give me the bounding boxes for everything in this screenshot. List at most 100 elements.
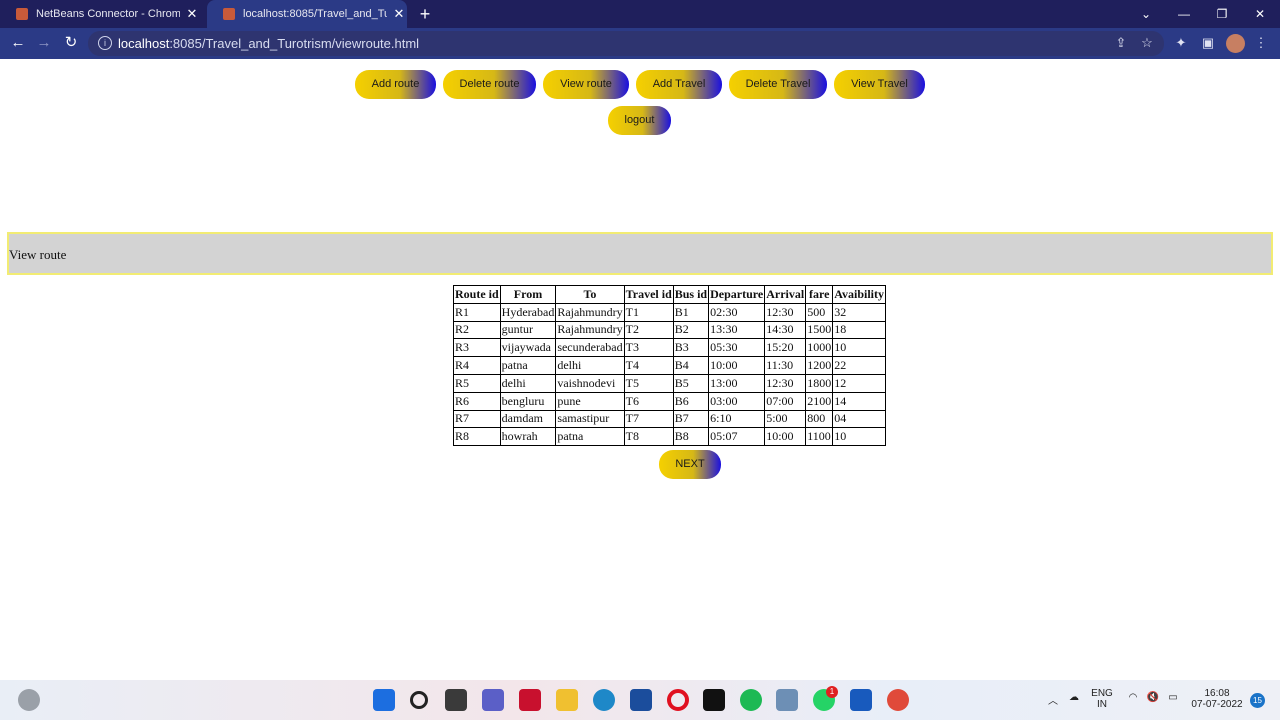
- search-icon[interactable]: [410, 691, 428, 709]
- table-cell: 11:30: [764, 356, 807, 375]
- browser-toolbar: ← → ↻ i localhost:8085/Travel_and_Turotr…: [0, 28, 1280, 59]
- show-hidden-icons-icon[interactable]: ︿: [1046, 692, 1060, 707]
- table-cell: B7: [672, 409, 710, 429]
- table-cell: patna: [555, 427, 625, 447]
- table-cell: secunderabad: [555, 338, 625, 358]
- start-icon[interactable]: [373, 689, 395, 711]
- minimize-icon[interactable]: —: [1165, 0, 1203, 28]
- table-cell: 13:00: [708, 373, 766, 393]
- table-cell: R6: [453, 391, 501, 411]
- column-header: To: [555, 285, 625, 304]
- clock-date: 07-07-2022: [1191, 699, 1243, 710]
- table-cell: patna: [499, 356, 557, 375]
- table-cell: R4: [453, 356, 501, 375]
- close-tab-icon[interactable]: ✕: [184, 6, 200, 22]
- table-cell: B8: [672, 427, 710, 447]
- next-button[interactable]: NEXT: [659, 450, 721, 479]
- menu-kebab-icon[interactable]: ⋮: [1252, 34, 1270, 52]
- new-tab-icon[interactable]: +: [416, 4, 434, 24]
- table-cell: 1100: [805, 427, 834, 447]
- table-cell: guntur: [499, 320, 557, 340]
- file-explorer-icon[interactable]: [556, 689, 578, 711]
- onedrive-icon[interactable]: ☁: [1066, 692, 1082, 703]
- table-cell: R7: [453, 409, 501, 429]
- bookmark-star-icon[interactable]: ☆: [1138, 34, 1156, 52]
- back-icon[interactable]: ←: [8, 33, 28, 53]
- store-icon[interactable]: [630, 689, 652, 711]
- windows-taskbar: ︿ ☁ ENG IN ◠ 🔇 ▭ 16:08 07-07-2022 15: [0, 680, 1280, 720]
- table-cell: B6: [672, 391, 710, 411]
- table-cell: 02:30: [708, 302, 766, 322]
- table-cell: 10: [832, 338, 886, 358]
- table-row: R2 guntur Rajahmundry T2 B2 13:30 14:30 1500 18: [453, 320, 886, 340]
- table-cell: 800: [805, 409, 834, 429]
- column-header: Arrival: [764, 285, 807, 304]
- tab-search-chevron-icon[interactable]: ⌄: [1127, 0, 1165, 28]
- view-travel-button[interactable]: View Travel: [834, 70, 925, 99]
- table-cell: delhi: [499, 373, 557, 393]
- table-cell: 05:07: [708, 427, 766, 447]
- delete-route-button[interactable]: Delete route: [443, 70, 536, 99]
- table-cell: 12:30: [764, 302, 807, 322]
- column-header: Avaibility: [832, 285, 886, 304]
- table-cell: T1: [623, 302, 674, 322]
- column-header: Bus id: [672, 285, 710, 304]
- language-indicator[interactable]: ENG IN: [1088, 688, 1116, 710]
- mcafee-icon[interactable]: [519, 689, 541, 711]
- battery-icon[interactable]: ▭: [1165, 692, 1181, 703]
- page-favicon-icon: [223, 8, 235, 20]
- terminal-icon[interactable]: [703, 689, 725, 711]
- page-title: View route: [9, 247, 67, 262]
- address-bar[interactable]: i localhost:8085/Travel_and_Turotrism/vi…: [88, 31, 1164, 56]
- profile-avatar[interactable]: [1226, 34, 1245, 53]
- column-header: Travel id: [623, 285, 674, 304]
- close-window-icon[interactable]: ✕: [1241, 0, 1279, 28]
- table-cell: 15:20: [764, 338, 807, 358]
- table-cell: T5: [623, 373, 674, 393]
- add-travel-button[interactable]: Add Travel: [636, 70, 722, 99]
- word-icon[interactable]: [850, 689, 872, 711]
- security-shield-icon[interactable]: [776, 689, 798, 711]
- delete-travel-button[interactable]: Delete Travel: [729, 70, 827, 99]
- table-cell: 18: [832, 320, 886, 340]
- forward-icon[interactable]: →: [34, 33, 54, 53]
- weather-widget-icon[interactable]: [18, 689, 40, 711]
- tab-netbeans[interactable]: NetBeans Connector - Chrome W ✕: [0, 0, 206, 28]
- table-cell: 6:10: [708, 409, 766, 429]
- tab-localhost[interactable]: localhost:8085/Travel_and_Turotr ✕: [207, 0, 407, 28]
- table-cell: 04: [832, 409, 886, 429]
- table-row: R5 delhi vaishnodevi T5 B5 13:00 12:30 1800 12: [453, 373, 886, 393]
- side-panel-icon[interactable]: ▣: [1199, 34, 1217, 52]
- table-cell: 10: [832, 427, 886, 447]
- site-info-icon[interactable]: i: [98, 36, 112, 50]
- extensions-icon[interactable]: ✦: [1172, 34, 1190, 52]
- table-cell: 13:30: [708, 320, 766, 340]
- clock[interactable]: 16:08 07-07-2022: [1186, 688, 1248, 710]
- netbeans-favicon-icon: [16, 8, 28, 20]
- wifi-icon[interactable]: ◠: [1125, 692, 1141, 703]
- chrome-icon[interactable]: [887, 689, 909, 711]
- table-cell: B5: [672, 373, 710, 393]
- notification-badge[interactable]: 15: [1250, 693, 1265, 708]
- add-route-button[interactable]: Add route: [355, 70, 436, 99]
- table-cell: 5:00: [764, 409, 807, 429]
- teams-chat-icon[interactable]: [482, 689, 504, 711]
- table-cell: vijaywada: [499, 338, 557, 358]
- reload-icon[interactable]: ↻: [61, 33, 81, 53]
- table-cell: 1500: [805, 320, 834, 340]
- spotify-icon[interactable]: [740, 689, 762, 711]
- opera-icon[interactable]: [667, 689, 689, 711]
- table-cell: 12:30: [764, 373, 807, 393]
- logout-button[interactable]: logout: [608, 106, 671, 135]
- admin-nav: Add route Delete route View route Add Tr…: [0, 70, 1280, 100]
- close-tab-icon[interactable]: ✕: [391, 6, 407, 22]
- share-icon[interactable]: ⇪: [1112, 34, 1130, 52]
- page-heading-banner: View route: [7, 232, 1273, 275]
- volume-muted-icon[interactable]: 🔇: [1145, 692, 1161, 703]
- table-header-row: Route id From To Travel id Bus id Departure Ar…: [453, 285, 886, 304]
- view-route-button[interactable]: View route: [543, 70, 629, 99]
- table-cell: 10:00: [708, 356, 766, 375]
- restore-icon[interactable]: ❐: [1203, 0, 1241, 28]
- edge-icon[interactable]: [593, 689, 615, 711]
- task-view-icon[interactable]: [445, 689, 467, 711]
